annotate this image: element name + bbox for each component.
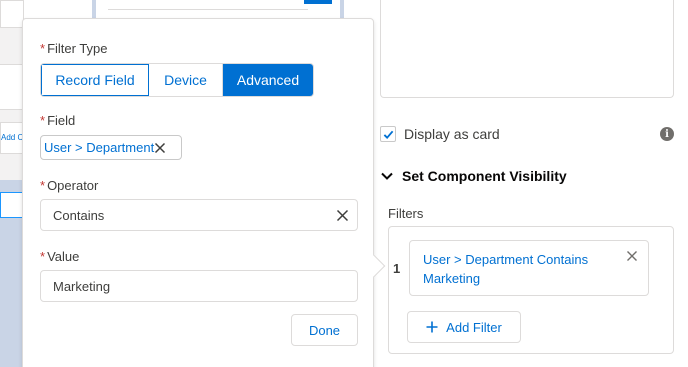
required-marker: * [40, 41, 46, 56]
canvas-component-panel [0, 64, 24, 110]
display-as-card-row: Display as card i [380, 124, 674, 144]
operator-combobox[interactable]: Contains [40, 199, 358, 231]
required-marker: * [40, 178, 46, 193]
clear-operator-icon[interactable] [336, 209, 349, 222]
field-value: User > Department [44, 140, 155, 155]
remove-filter-icon[interactable] [626, 250, 638, 262]
filter-item-text: User > Department Contains Marketing [423, 252, 589, 286]
filter-item[interactable]: User > Department Contains Marketing [409, 240, 649, 296]
filters-container: 1 User > Department Contains Marketing A… [388, 226, 674, 354]
required-marker: * [40, 113, 46, 128]
operator-value: Contains [53, 207, 105, 223]
filter-type-segmented-control: Record Field Device Advanced [40, 63, 314, 97]
add-filter-label: Add Filter [446, 319, 502, 335]
chevron-down-icon [381, 172, 393, 180]
filter-number: 1 [393, 261, 401, 276]
visibility-section-toggle[interactable]: Set Component Visibility [380, 168, 567, 184]
filters-label: Filters [388, 206, 424, 221]
display-as-card-checkbox[interactable] [380, 126, 396, 142]
visibility-section-title: Set Component Visibility [402, 168, 567, 184]
add-component-button[interactable]: Add Co [0, 122, 24, 154]
canvas-selected-component[interactable] [0, 192, 24, 218]
plus-icon [426, 321, 438, 333]
display-as-card-label: Display as card [404, 126, 500, 142]
filter-type-advanced[interactable]: Advanced [223, 64, 313, 96]
filter-type-label: * Filter Type [40, 41, 108, 56]
value-label: * Value [40, 249, 80, 264]
info-icon[interactable]: i [660, 127, 674, 141]
field-selection-pill[interactable]: User > Department [40, 135, 182, 160]
filter-type-device[interactable]: Device [149, 64, 223, 96]
filter-editor-popover: * Filter Type Record Field Device Advance… [22, 18, 374, 367]
properties-top-section [380, 0, 674, 98]
canvas-top-component [92, 0, 344, 18]
done-button[interactable]: Done [291, 314, 358, 346]
canvas-top-button[interactable] [304, 0, 332, 4]
canvas-component-card [0, 0, 24, 28]
add-component-label: Add Co [1, 133, 24, 142]
value-input[interactable]: Marketing [40, 270, 358, 302]
filter-type-record-field[interactable]: Record Field [41, 64, 149, 96]
remove-field-icon[interactable] [154, 142, 166, 154]
value-text: Marketing [53, 278, 111, 294]
canvas-top-field [108, 0, 308, 10]
add-filter-button[interactable]: Add Filter [407, 311, 521, 343]
field-label: * Field [40, 113, 76, 128]
operator-label: * Operator [40, 178, 99, 193]
check-icon [383, 130, 393, 139]
required-marker: * [40, 249, 46, 264]
